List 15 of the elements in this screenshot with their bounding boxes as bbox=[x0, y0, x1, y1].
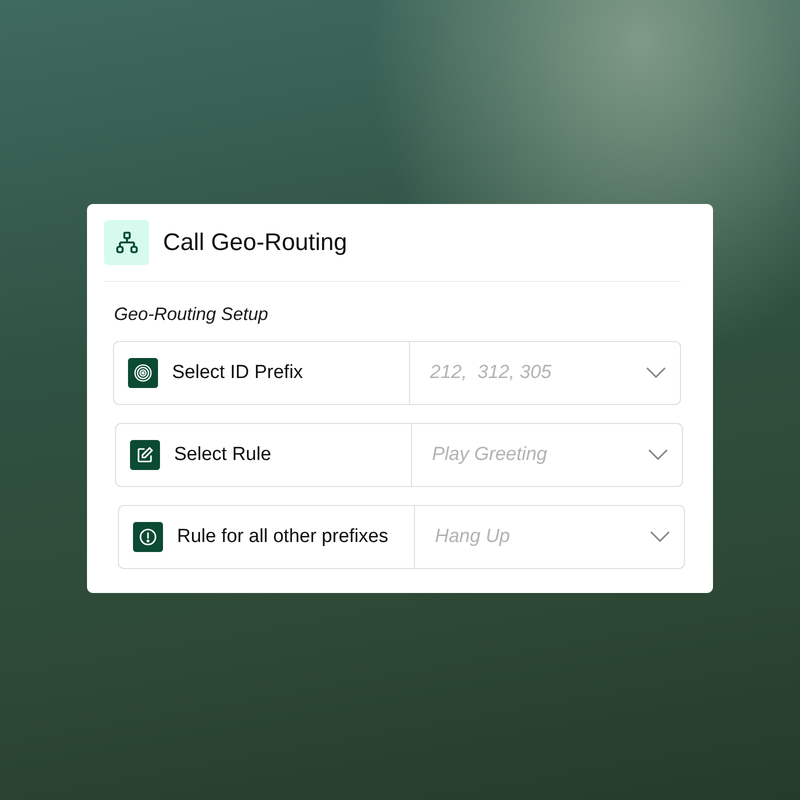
sitemap-icon bbox=[104, 220, 149, 265]
row-label: Rule for all other prefixes bbox=[177, 526, 388, 548]
chevron-down-icon bbox=[648, 449, 668, 461]
select-field[interactable]: Hang Up bbox=[415, 506, 684, 568]
row-label: Select ID Prefix bbox=[172, 362, 303, 384]
select-field[interactable]: 212, 312, 305 bbox=[410, 342, 680, 404]
alert-icon bbox=[133, 522, 163, 552]
row-label: Select Rule bbox=[174, 444, 272, 466]
chevron-down-icon bbox=[650, 531, 670, 543]
target-icon bbox=[128, 358, 158, 388]
section-heading: Geo-Routing Setup bbox=[114, 304, 270, 325]
select-field[interactable]: Play Greeting bbox=[412, 424, 682, 486]
card-title: Call Geo-Routing bbox=[163, 228, 348, 256]
edit-icon bbox=[130, 440, 160, 470]
chevron-down-icon bbox=[646, 367, 666, 379]
